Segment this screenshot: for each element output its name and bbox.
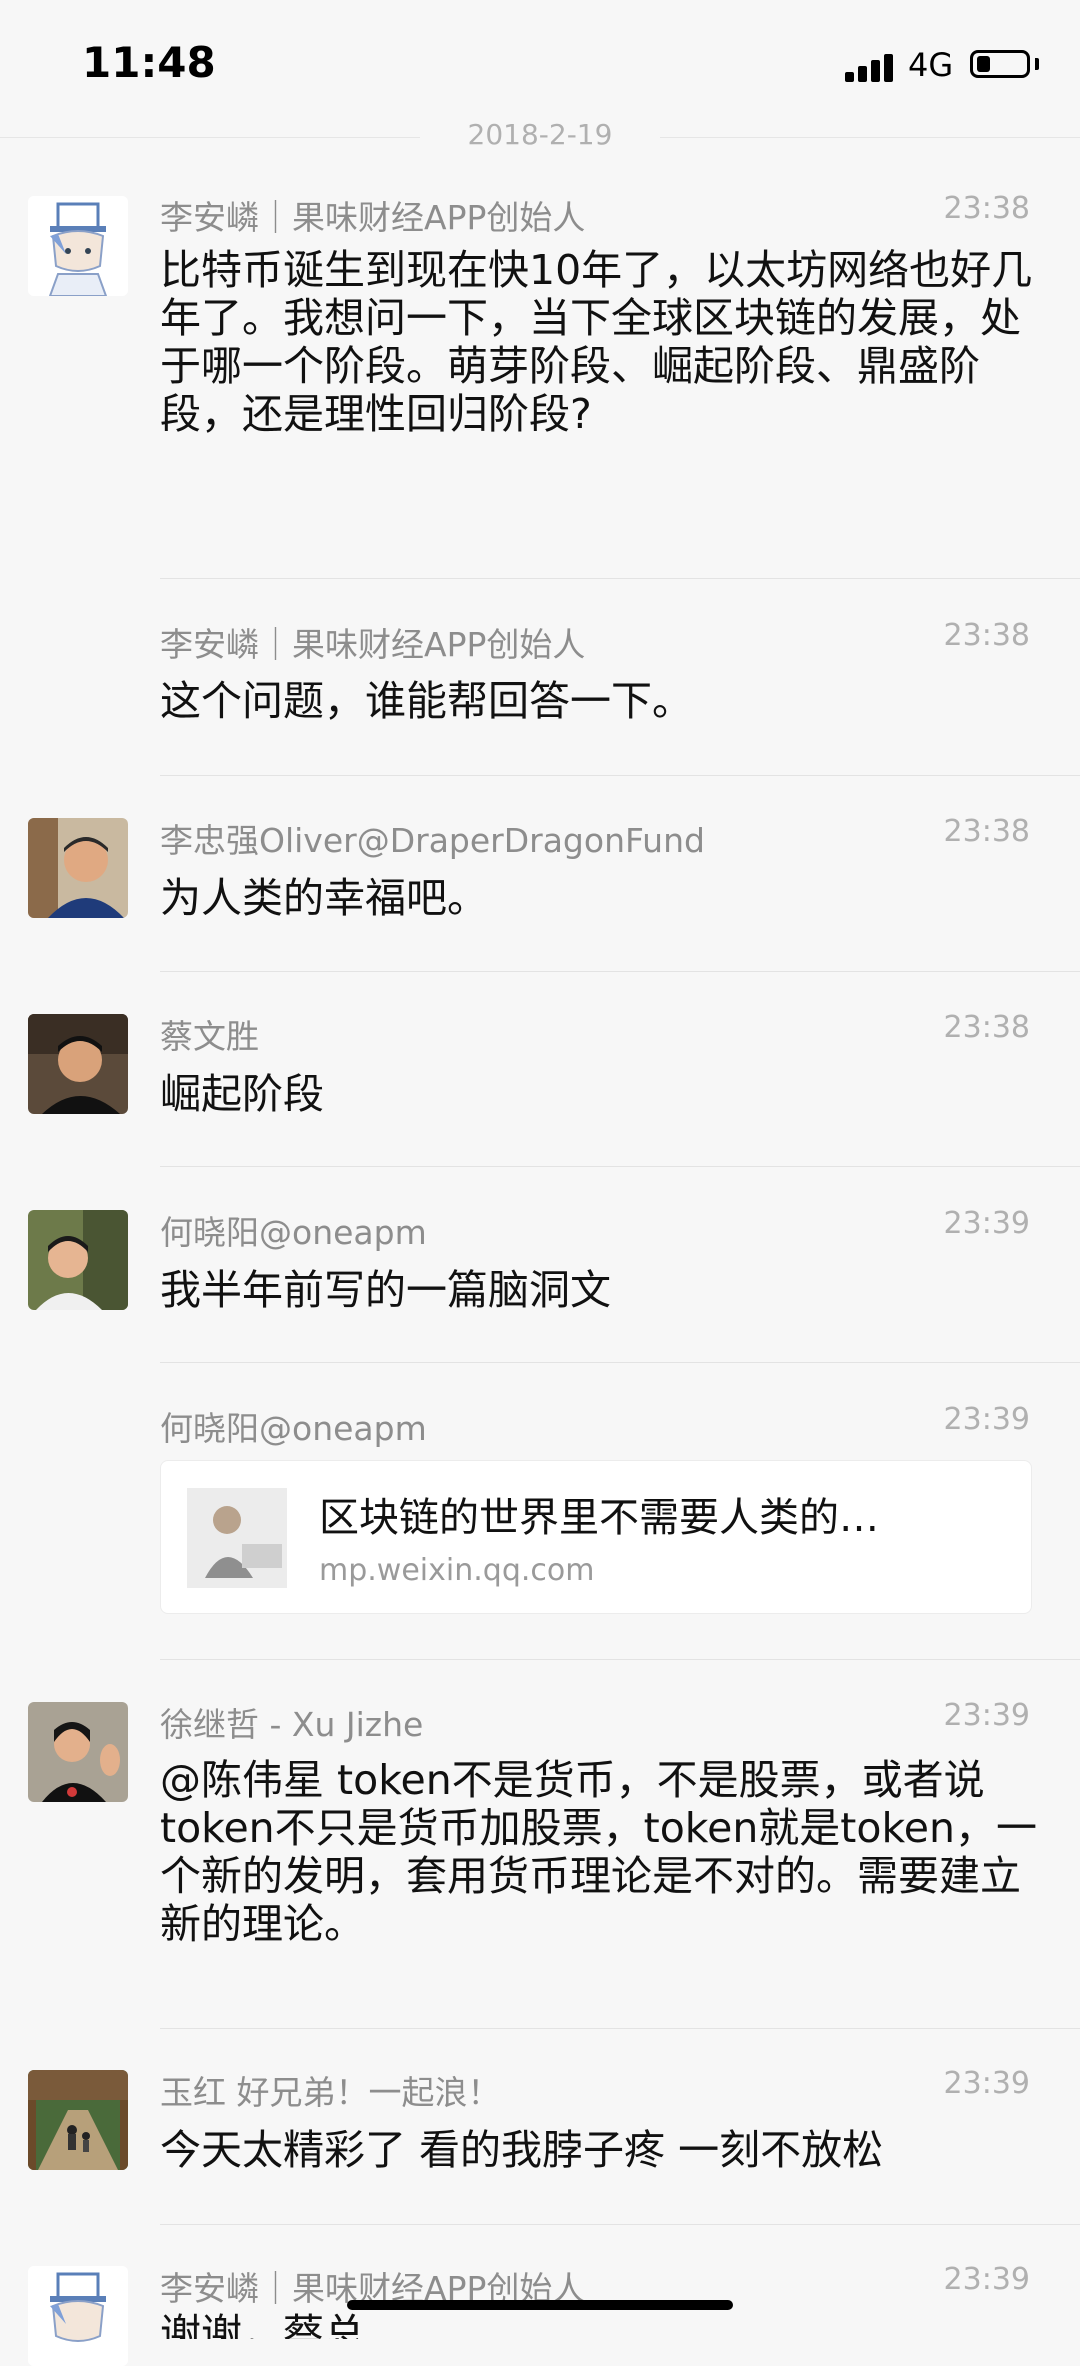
sender-name: 何晓阳@oneapm xyxy=(160,1213,427,1252)
avatar[interactable] xyxy=(28,2070,128,2170)
separator xyxy=(160,1659,1080,1660)
separator xyxy=(160,2028,1080,2029)
message-text: @陈伟星 token不是货币，不是股票，或者说token不只是货币加股票，tok… xyxy=(160,1756,1037,1948)
message-time: 23:39 xyxy=(943,2066,1030,2101)
battery-icon xyxy=(970,50,1030,78)
message-time: 23:39 xyxy=(943,2262,1030,2297)
message-time: 23:39 xyxy=(943,1402,1030,1437)
date-text: 2018-2-19 xyxy=(467,118,613,151)
separator xyxy=(160,1362,1080,1363)
link-url: mp.weixin.qq.com xyxy=(319,1553,595,1588)
cellular-signal-icon xyxy=(845,52,897,82)
sender-name: 李忠强Oliver@DraperDragonFund xyxy=(160,821,705,860)
sender-name: 李安嶙｜果味财经APP创始人 xyxy=(160,198,586,237)
home-indicator[interactable] xyxy=(347,2300,733,2310)
message-time: 23:38 xyxy=(943,191,1030,226)
avatar[interactable] xyxy=(28,196,128,296)
separator xyxy=(160,578,1080,579)
date-divider: 2018-2-19 xyxy=(0,118,1080,156)
message-time: 23:38 xyxy=(943,1010,1030,1045)
sender-name: 何晓阳@oneapm xyxy=(160,1409,427,1448)
network-type: 4G xyxy=(908,46,954,84)
link-thumbnail xyxy=(187,1488,287,1588)
message-time: 23:38 xyxy=(943,618,1030,653)
link-title: 区块链的世界里不需要人类的… xyxy=(319,1495,879,1541)
avatar[interactable] xyxy=(28,1210,128,1310)
sender-name: 徐继哲 - Xu Jizhe xyxy=(160,1705,424,1744)
status-time: 11:48 xyxy=(82,38,216,87)
avatar[interactable] xyxy=(28,1014,128,1114)
sender-name: 李安嶙｜果味财经APP创始人 xyxy=(160,625,586,664)
message-text: 为人类的幸福吧。 xyxy=(160,874,488,922)
battery-tip xyxy=(1035,58,1039,70)
message-text: 比特币诞生到现在快10年了，以太坊网络也好几年了。我想问一下，当下全球区块链的发… xyxy=(160,246,1033,438)
sender-name: 玉红 好兄弟！一起浪！ xyxy=(160,2073,501,2112)
status-bar: 11:48 4G xyxy=(0,0,1080,120)
message-time: 23:39 xyxy=(943,1206,1030,1241)
avatar[interactable] xyxy=(28,818,128,918)
message-time: 23:39 xyxy=(943,1698,1030,1733)
sender-name: 蔡文胜 xyxy=(160,1017,259,1056)
message-text: 崛起阶段 xyxy=(160,1070,324,1118)
message-time: 23:38 xyxy=(943,814,1030,849)
avatar[interactable] xyxy=(28,1702,128,1802)
message-text: 今天太精彩了 看的我脖子疼 一刻不放松 xyxy=(160,2126,884,2174)
separator xyxy=(160,775,1080,776)
message-text: 谢谢，蔡总 xyxy=(160,2310,365,2339)
separator xyxy=(160,1166,1080,1167)
message-text: 我半年前写的一篇脑洞文 xyxy=(160,1266,611,1314)
separator xyxy=(160,2224,1080,2225)
separator xyxy=(160,971,1080,972)
avatar[interactable] xyxy=(28,2266,128,2366)
message-text: 这个问题，谁能帮回答一下。 xyxy=(160,677,693,725)
link-card[interactable]: 区块链的世界里不需要人类的… mp.weixin.qq.com xyxy=(160,1460,1032,1614)
